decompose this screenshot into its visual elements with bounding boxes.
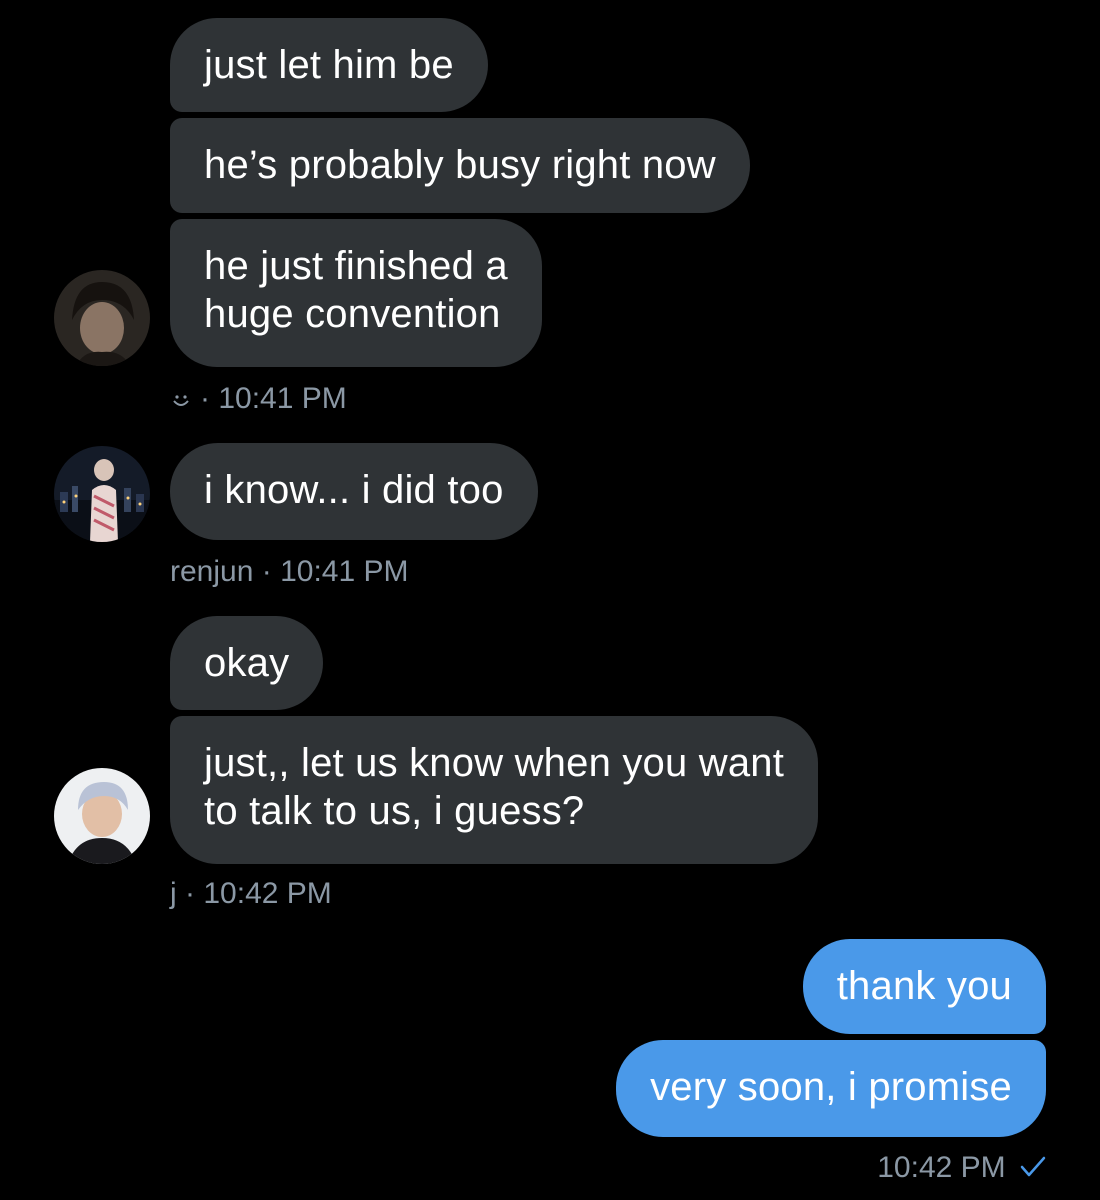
incoming-message[interactable]: just,, let us know when you want to talk… — [170, 716, 819, 864]
sender-name[interactable]: renjun — [170, 555, 253, 588]
incoming-message[interactable]: he just finished a huge convention — [170, 219, 542, 367]
message-time: 10:41 PM — [218, 382, 347, 415]
avatar[interactable] — [54, 270, 150, 366]
message-meta: j · 10:42 PM — [170, 877, 332, 911]
avatar-dark-hair-image — [54, 270, 150, 366]
meta-separator: · — [261, 555, 272, 588]
meta-separator: · — [200, 382, 210, 415]
avatar-silver-hair-image — [54, 768, 150, 864]
avatar[interactable] — [54, 768, 150, 864]
incoming-message[interactable]: okay — [170, 616, 324, 710]
message-time: 10:41 PM — [280, 555, 409, 588]
avatar[interactable] — [54, 446, 150, 542]
avatar-city-night-image — [54, 446, 150, 542]
incoming-message[interactable]: i know... i did too — [170, 443, 538, 540]
outgoing-message[interactable]: very soon, i promise — [616, 1040, 1046, 1137]
checkmark-icon — [1020, 1153, 1046, 1187]
incoming-message[interactable]: just let him be — [170, 18, 488, 112]
smiley-icon — [170, 385, 192, 419]
message-time: 10:42 PM — [203, 877, 332, 910]
outgoing-message[interactable]: thank you — [802, 939, 1046, 1034]
message-meta: · 10:41 PM — [170, 382, 347, 419]
meta-separator: · — [185, 877, 196, 910]
message-time: 10:42 PM — [877, 1151, 1006, 1184]
message-meta: renjun · 10:41 PM — [170, 555, 409, 589]
sender-name[interactable]: j — [170, 877, 177, 910]
message-meta: 10:42 PM — [877, 1151, 1046, 1187]
incoming-message[interactable]: he’s probably busy right now — [170, 118, 750, 213]
